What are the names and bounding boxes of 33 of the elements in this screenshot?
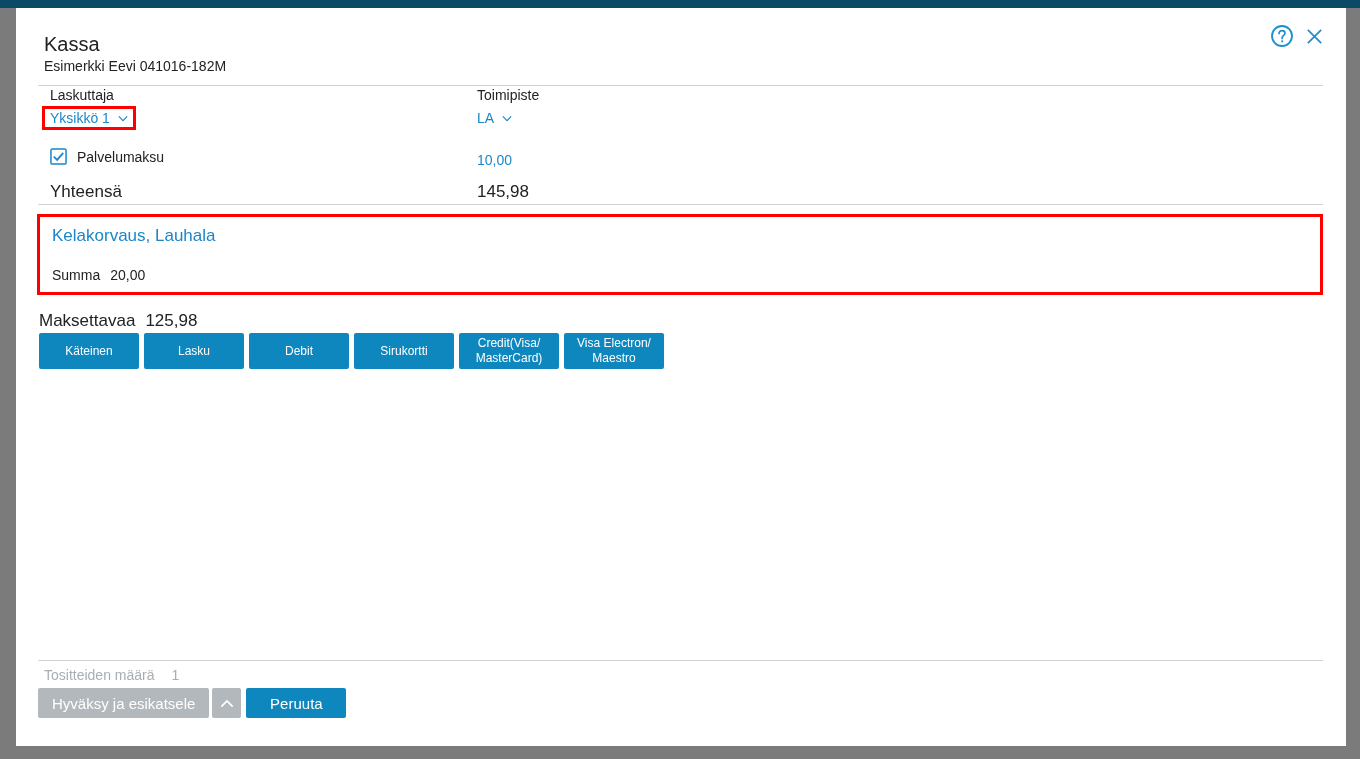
fee-amount: 10,00 — [477, 152, 513, 168]
payment-button[interactable]: Debit — [249, 333, 349, 369]
field-label: Toimipiste — [477, 86, 540, 104]
field-label: Laskuttaja — [50, 86, 114, 104]
help-icon — [1271, 25, 1293, 47]
dropdown[interactable]: LA — [477, 109, 513, 127]
payment-button[interactable]: Käteinen — [39, 333, 139, 369]
count-value: 1 — [171, 666, 180, 684]
chevron-up-icon — [219, 698, 234, 708]
chevron-down-icon — [502, 114, 513, 122]
total-label: Yhteensä — [50, 182, 122, 201]
cancel-button[interactable]: Peruuta — [246, 688, 347, 718]
dialog-subtitle: Esimerkki Eevi 041016-182M — [44, 57, 227, 75]
reimbursement-title: Kelakorvaus, Lauhala — [52, 225, 217, 247]
payment-button[interactable]: Visa Electron/ Maestro — [564, 333, 664, 369]
total-value: 145,98 — [477, 182, 529, 201]
dialog-title: Kassa — [44, 32, 101, 57]
payment-button[interactable]: Lasku — [144, 333, 244, 369]
split-menu-button[interactable] — [212, 688, 242, 718]
amount-due-label: Maksettavaa — [39, 310, 136, 332]
sum-value: 20,00 — [110, 266, 146, 284]
checkbox-label: Palvelumaksu — [77, 147, 165, 166]
count-label: Tositteiden määrä — [44, 666, 155, 684]
payment-button[interactable]: Sirukortti — [354, 333, 454, 369]
payment-button[interactable]: Credit(Visa/ MasterCard) — [459, 333, 559, 369]
sum-label: Summa — [52, 266, 101, 284]
close-button[interactable] — [1307, 28, 1324, 44]
dropdown[interactable]: Yksikkö 1 — [50, 109, 128, 127]
checkbox[interactable] — [50, 148, 67, 165]
amount-due-value: 125,98 — [145, 310, 198, 332]
chevron-down-icon — [117, 114, 128, 122]
help-button[interactable] — [1271, 25, 1293, 47]
close-icon — [1307, 28, 1322, 44]
